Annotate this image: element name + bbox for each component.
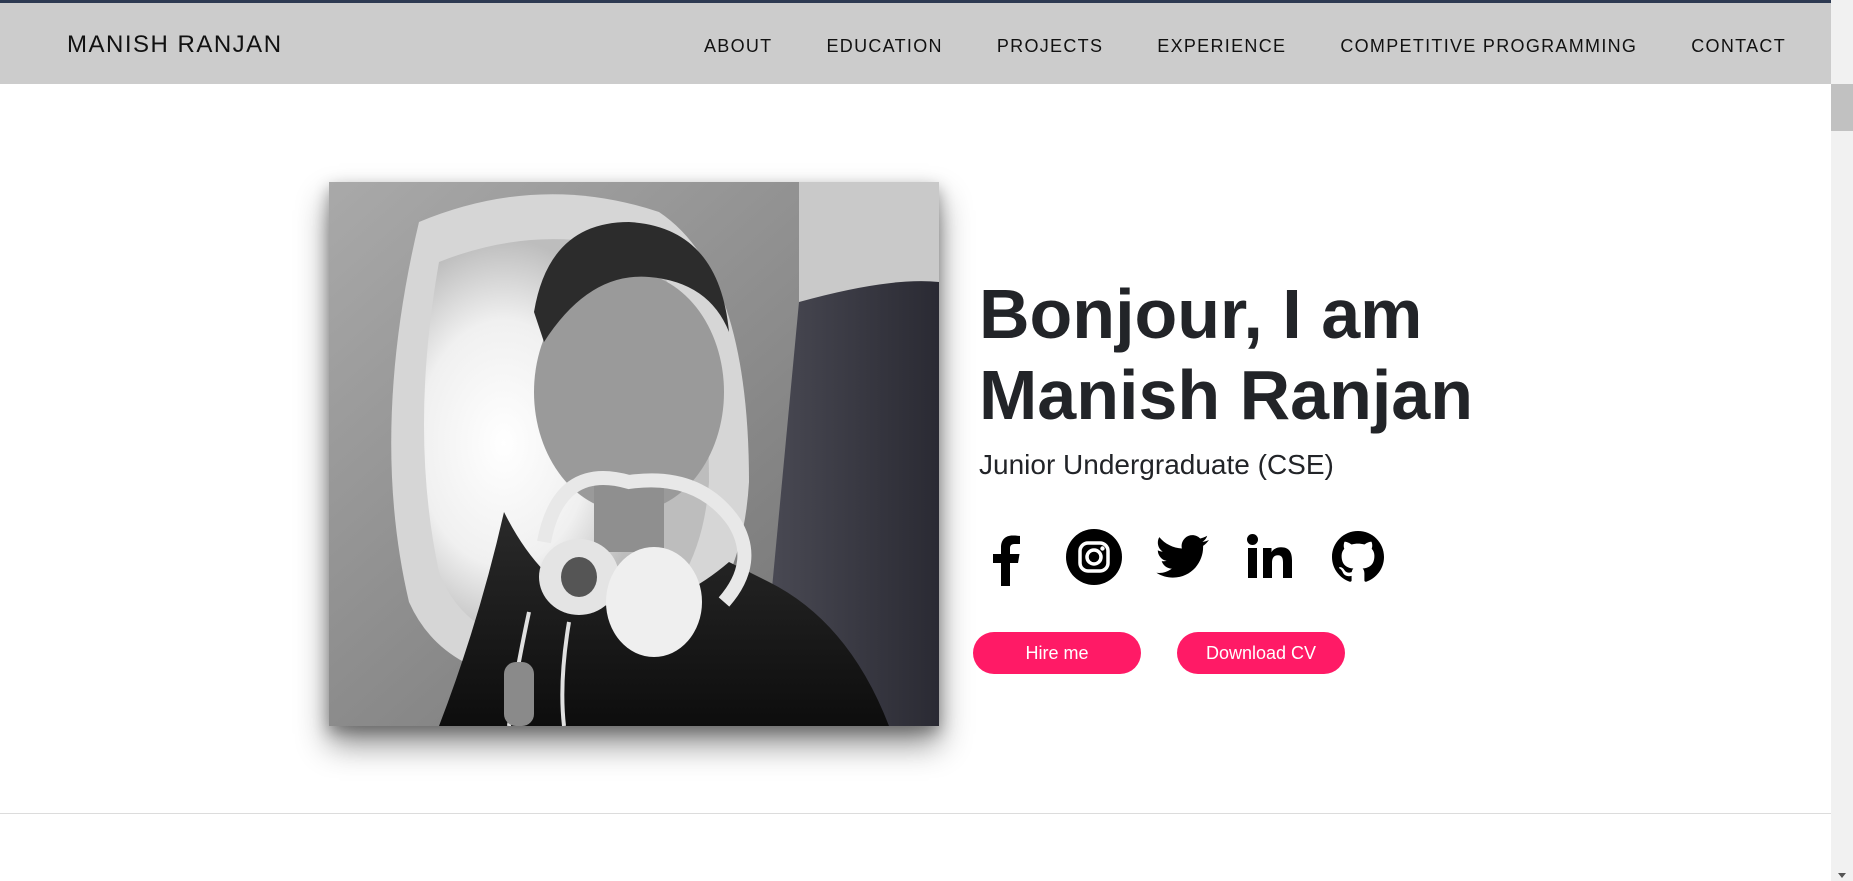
nav-education[interactable]: EDUCATION [826,36,942,57]
hire-me-button[interactable]: Hire me [973,632,1141,674]
hero-subtitle: Junior Undergraduate (CSE) [979,449,1334,480]
brand-logo[interactable]: MANISH RANJAN [67,31,283,59]
scroll-down-arrow-icon[interactable] [1838,873,1846,878]
navbar: MANISH RANJAN ABOUT EDUCATION PROJECTS E… [0,3,1831,84]
linkedin-icon[interactable] [1241,528,1299,586]
nav-about[interactable]: ABOUT [704,36,773,57]
hero-name: Manish Ranjan [979,356,1473,434]
nav-menu: ABOUT EDUCATION PROJECTS EXPERIENCE COMP… [704,36,1786,57]
social-links [977,528,1387,586]
page-scrollbar[interactable] [1831,0,1853,881]
profile-photo [329,182,939,726]
instagram-icon[interactable] [1065,528,1123,586]
github-icon[interactable] [1329,528,1387,586]
facebook-icon[interactable] [977,528,1035,586]
section-divider [0,813,1831,814]
nav-contact[interactable]: CONTACT [1691,36,1786,57]
hero-heading: Bonjour, I am Manish Ranjan [979,274,1473,436]
hero-greeting-line1: Bonjour, I am [979,275,1423,353]
nav-projects[interactable]: PROJECTS [997,36,1103,57]
download-cv-button[interactable]: Download CV [1177,632,1345,674]
nav-competitive-programming[interactable]: COMPETITIVE PROGRAMMING [1340,36,1637,57]
scrollbar-thumb[interactable] [1831,84,1853,131]
nav-experience[interactable]: EXPERIENCE [1157,36,1286,57]
twitter-icon[interactable] [1153,528,1211,586]
